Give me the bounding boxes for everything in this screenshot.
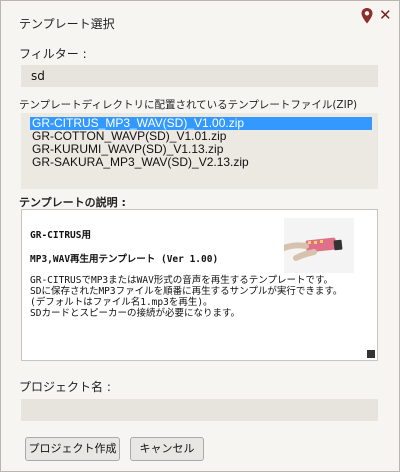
cancel-button[interactable]: キャンセル: [130, 437, 204, 461]
description-line: (デフォルトはファイル名1.mp3を再生)。: [30, 297, 213, 308]
description-label: テンプレートの説明 :: [19, 196, 126, 209]
board-photo: [284, 218, 354, 273]
description-panel[interactable]: GR-CITRUS用 MP3,WAV再生用テンプレート (Ver 1.00) G…: [21, 209, 378, 361]
close-icon[interactable]: ✕: [379, 6, 392, 24]
template-listbox[interactable]: GR-CITRUS_MP3_WAV(SD)_V1.00.zip GR-COTTON…: [21, 113, 378, 189]
filter-label: フィルター :: [19, 47, 87, 61]
scroll-corner: [367, 350, 375, 358]
description-line: GR-CITRUSでMP3またはWAV形式の音声を再生するテンプレートです。: [30, 275, 334, 286]
description-line: SDカードとスピーカーの接続が必要になります。: [30, 308, 240, 319]
dialog-title: テンプレート選択: [19, 17, 115, 31]
template-list: GR-CITRUS_MP3_WAV(SD)_V1.00.zip GR-COTTON…: [30, 117, 372, 169]
template-select-dialog: テンプレート選択 ✕ フィルター : テンプレートディレクトリに配置されているテ…: [0, 0, 400, 472]
description-line: SDに保存されたMP3ファイルを順番に再生するサンプルが実行できます。: [30, 286, 343, 297]
template-list-label: テンプレートディレクトリに配置されているテンプレートファイル(ZIP): [19, 99, 358, 111]
project-name-input[interactable]: [21, 399, 378, 421]
create-project-button[interactable]: プロジェクト作成: [25, 437, 120, 461]
template-list-item[interactable]: GR-SAKURA_MP3_WAV(SD)_V2.13.zip: [30, 156, 372, 169]
filter-input[interactable]: [21, 65, 378, 87]
project-name-label: プロジェクト名 :: [19, 380, 111, 394]
map-pin-icon[interactable]: [360, 7, 374, 25]
description-heading-2: MP3,WAV再生用テンプレート (Ver 1.00): [30, 254, 219, 265]
description-heading-1: GR-CITRUS用: [30, 230, 91, 241]
